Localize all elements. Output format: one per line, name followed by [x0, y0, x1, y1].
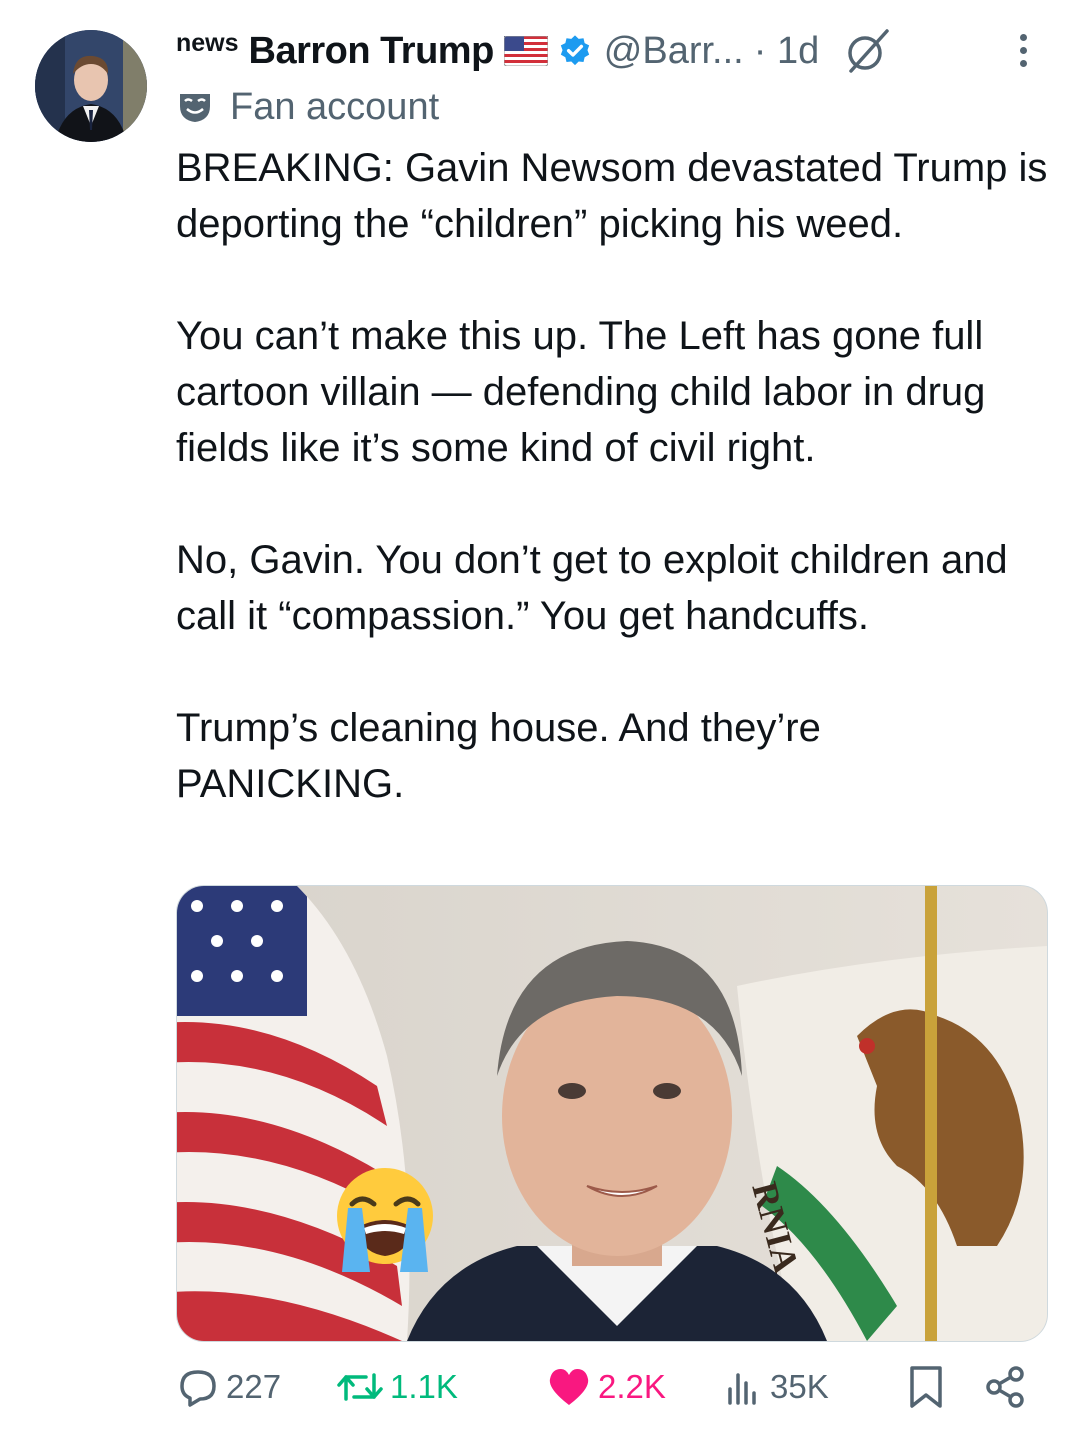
fan-mask-icon — [180, 94, 210, 122]
us-flag-icon — [503, 36, 548, 66]
more-icon — [1019, 34, 1027, 41]
news-badge: news — [176, 28, 239, 57]
post-time[interactable]: · 1d — [754, 30, 819, 73]
repost-count: 1.1K — [390, 1368, 458, 1405]
avatar[interactable] — [35, 30, 147, 142]
reply-icon — [180, 1370, 216, 1407]
views-count: 35K — [770, 1368, 829, 1405]
views-icon — [728, 1373, 756, 1405]
share-icon — [986, 1366, 1024, 1408]
post-header: news Barron Trump @Barr... · 1d — [176, 26, 1046, 76]
like-icon — [549, 1369, 589, 1405]
tweet-paragraph: Trump’s cleaning house. And they’re PANI… — [176, 706, 821, 806]
author-handle[interactable]: @Barr... — [604, 30, 744, 73]
repost-icon — [337, 1373, 383, 1401]
share-button[interactable] — [982, 1362, 1034, 1412]
repost-button[interactable]: 1.1K — [336, 1362, 458, 1412]
bookmark-icon — [910, 1366, 942, 1408]
views-button[interactable]: 35K — [724, 1362, 829, 1412]
more-options-button[interactable] — [1012, 34, 1034, 74]
fan-account-label: Fan account — [230, 85, 440, 128]
verified-badge-icon — [560, 35, 589, 66]
reply-button[interactable]: 227 — [176, 1362, 281, 1412]
post-image[interactable]: RNIA — [176, 885, 1048, 1342]
tweet-paragraph: No, Gavin. You don’t get to exploit chil… — [176, 538, 1008, 638]
affiliation-label: Fan account — [176, 82, 439, 132]
tweet-paragraph: BREAKING: Gavin Newsom devastated Trump … — [176, 146, 1048, 246]
tweet-text: BREAKING: Gavin Newsom devastated Trump … — [176, 140, 1056, 812]
tweet-paragraph: You can’t make this up. The Left has gon… — [176, 314, 986, 470]
like-button[interactable]: 2.2K — [546, 1362, 666, 1412]
crying-emoji-icon — [337, 1168, 433, 1272]
action-bar: 227 1.1K 2.2K 35K — [176, 1362, 1046, 1412]
reply-count: 227 — [226, 1368, 282, 1405]
null-icon — [848, 29, 889, 73]
author-name[interactable]: Barron Trump — [249, 30, 495, 73]
bookmark-button[interactable] — [906, 1362, 952, 1412]
like-count: 2.2K — [598, 1368, 666, 1405]
